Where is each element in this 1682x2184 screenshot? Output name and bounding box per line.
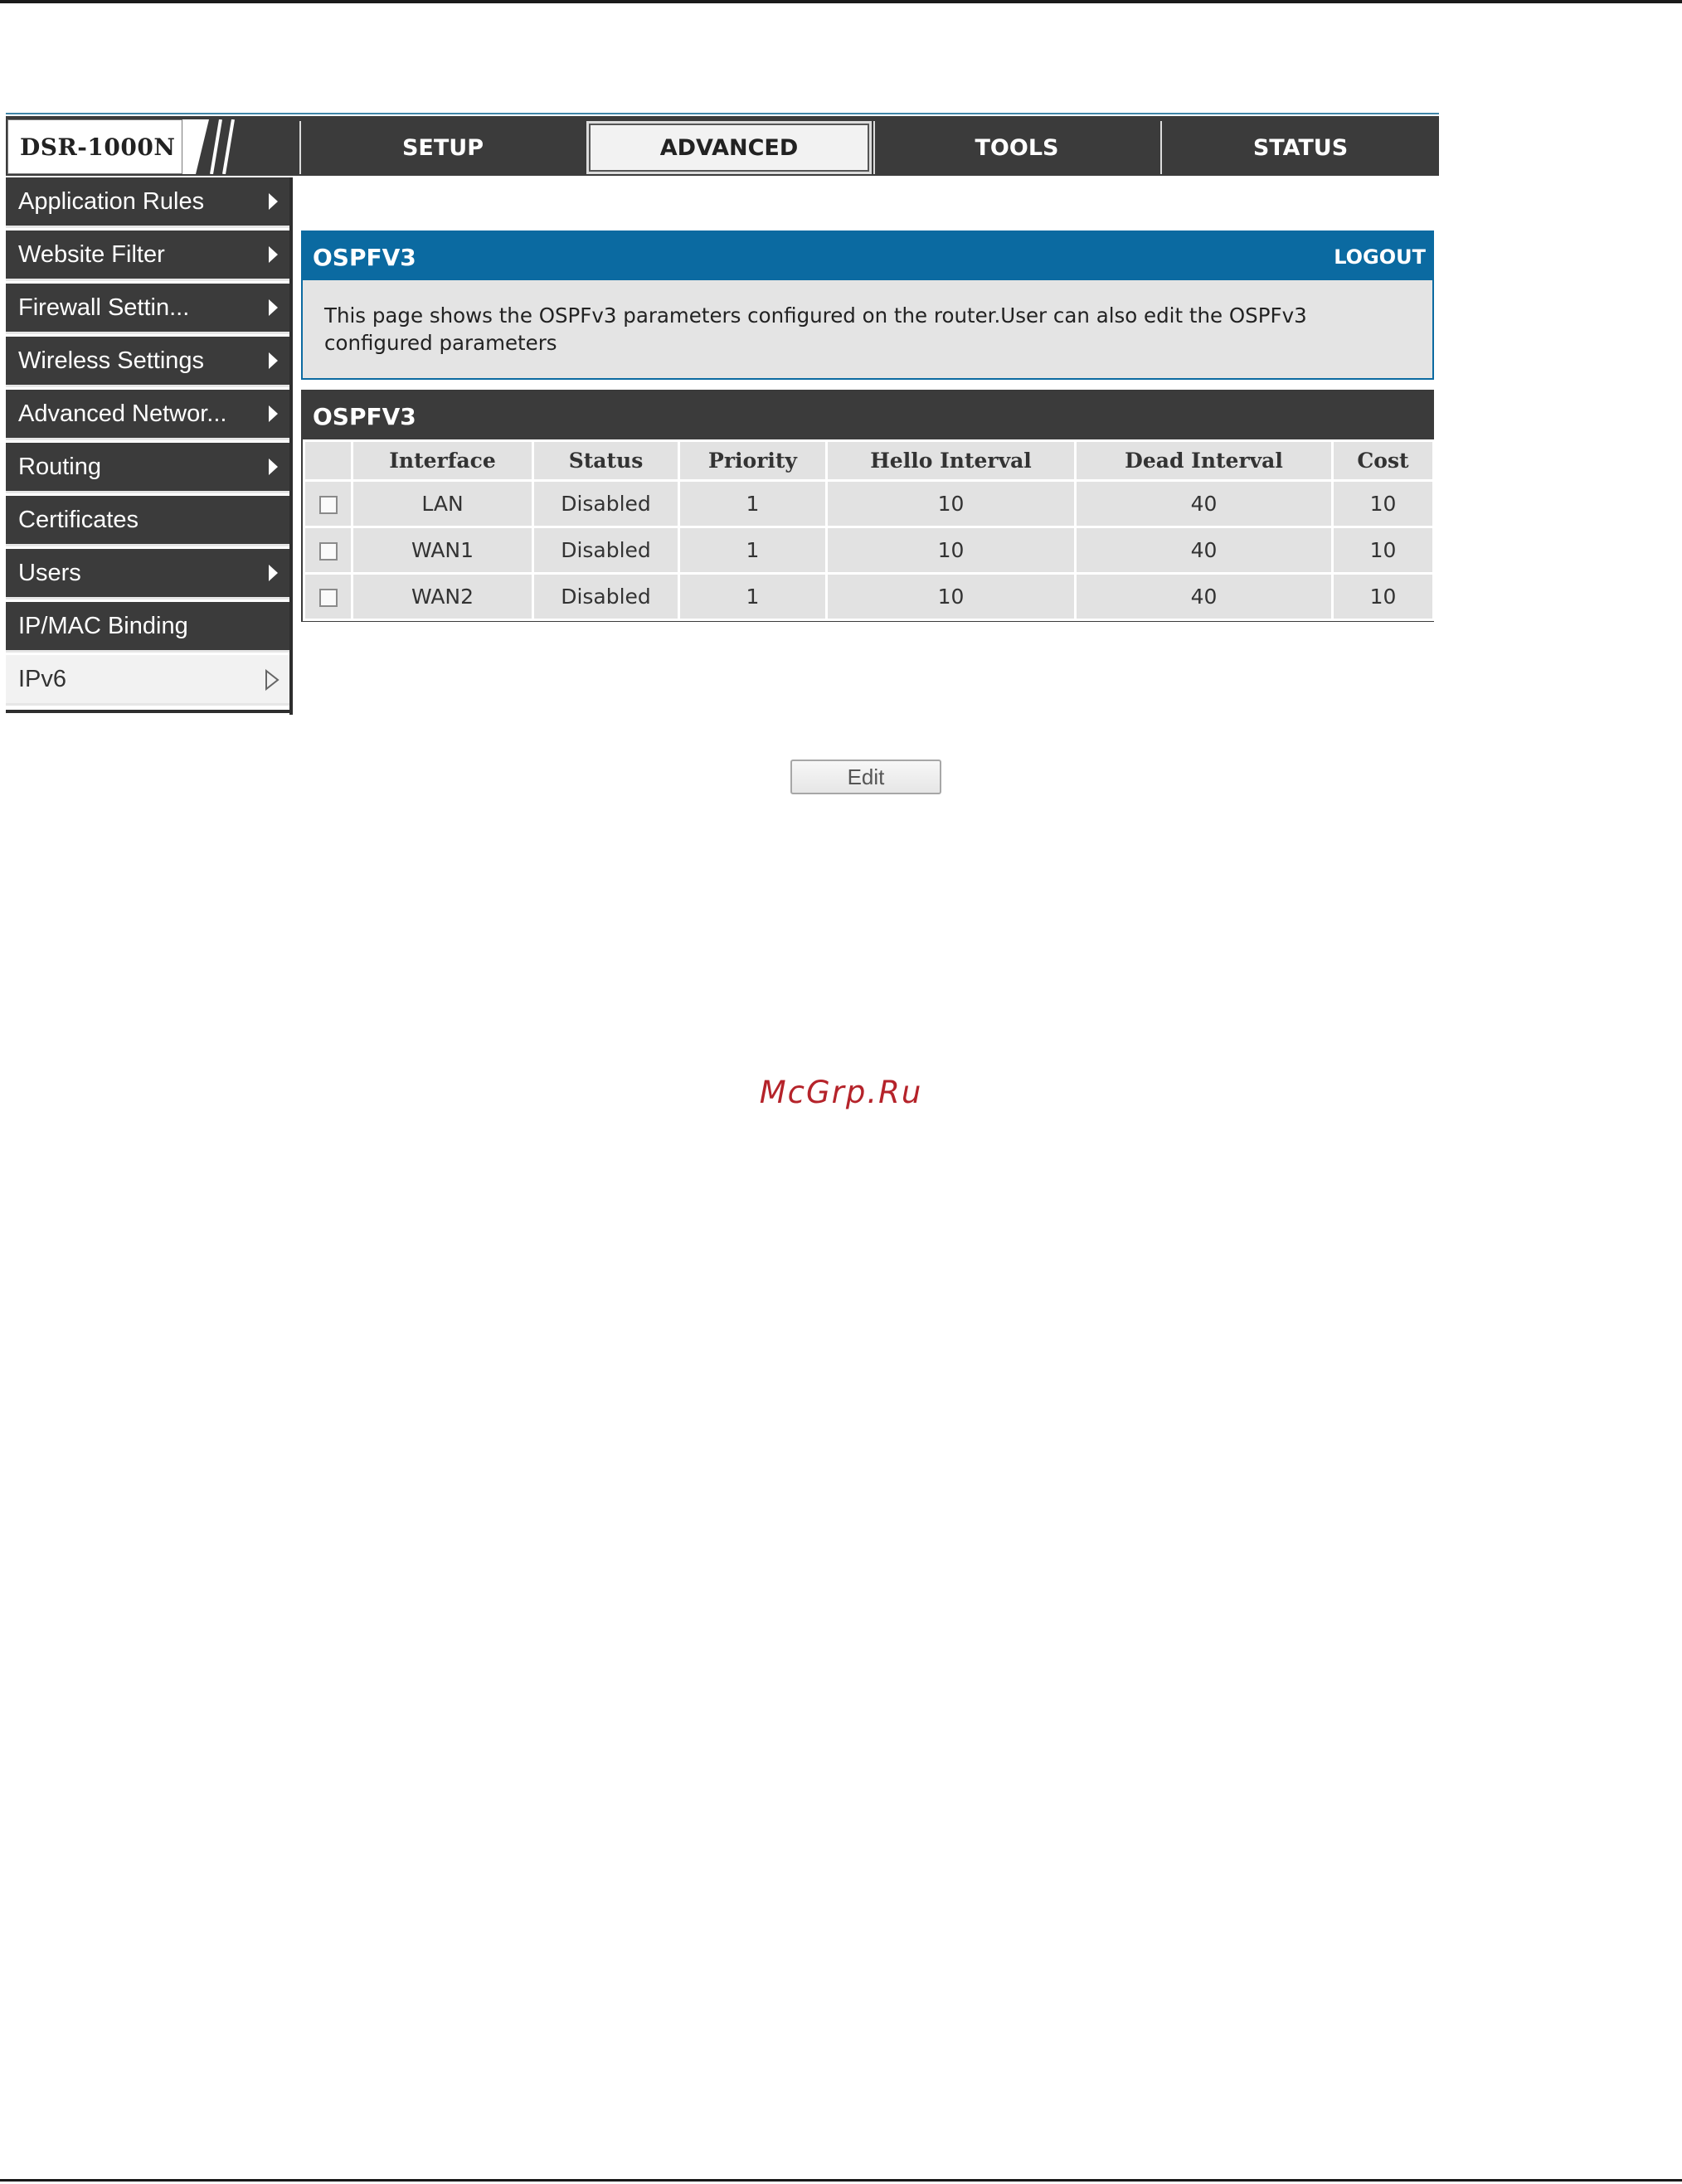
table-row: LAN Disabled 1 10 40 10 xyxy=(303,479,1435,528)
sidebar-item-website-filter[interactable]: Website Filter xyxy=(6,231,289,281)
page-description: This page shows the OSPFv3 parameters co… xyxy=(324,303,1307,355)
brand-name: DSR-1000N xyxy=(20,133,176,161)
arrow-right-outline-icon xyxy=(265,669,280,691)
row-select-cell xyxy=(303,572,353,621)
arrow-right-icon xyxy=(269,459,278,475)
sidebar-item-label: Certificates xyxy=(18,507,139,533)
sidebar-item-routing[interactable]: Routing xyxy=(6,443,289,493)
status-cell: Disabled xyxy=(532,572,680,621)
sidebar-item-label: Wireless Settings xyxy=(18,347,205,374)
sidebar-item-label: IPv6 xyxy=(18,666,67,692)
priority-cell: 1 xyxy=(678,479,828,528)
logout-link[interactable]: LOGOUT xyxy=(1334,245,1426,269)
header-top-line xyxy=(6,113,1439,114)
sidebar-item-users[interactable]: Users xyxy=(6,549,289,599)
arrow-right-icon xyxy=(269,299,278,316)
router-admin-app: DSR-1000N SETUP ADVANCED TOOLS STATUS Ap… xyxy=(6,113,1439,794)
hello-interval-cell: 10 xyxy=(825,526,1077,575)
table-header-row: Interface Status Priority Hello Interval… xyxy=(303,439,1435,482)
status-cell: Disabled xyxy=(532,526,680,575)
brand-box: DSR-1000N xyxy=(7,119,182,174)
column-header-priority: Priority xyxy=(678,439,828,482)
sidebar-item-ipv6[interactable]: IPv6 xyxy=(6,655,289,706)
sidebar-item-wireless-settings[interactable]: Wireless Settings xyxy=(6,337,289,387)
hello-interval-cell: 10 xyxy=(825,479,1077,528)
sidebar: Application Rules Website Filter Firewal… xyxy=(6,177,289,713)
column-header-interface: Interface xyxy=(351,439,534,482)
arrow-right-icon xyxy=(269,193,278,210)
brand-slashes-icon xyxy=(182,119,235,174)
column-header-cost: Cost xyxy=(1331,439,1435,482)
table-panel-header: OSPFV3 xyxy=(303,391,1432,439)
page-top-rule xyxy=(0,0,1682,3)
sidebar-divider xyxy=(289,177,293,715)
column-header-status: Status xyxy=(532,439,680,482)
sidebar-item-label: Routing xyxy=(18,454,101,480)
arrow-right-icon xyxy=(269,405,278,422)
sidebar-item-label: IP/MAC Binding xyxy=(18,613,188,639)
status-cell: Disabled xyxy=(532,479,680,528)
sidebar-item-label: Firewall Settin... xyxy=(18,294,190,321)
header-bar: DSR-1000N SETUP ADVANCED TOOLS STATUS xyxy=(6,116,1439,176)
row-checkbox[interactable] xyxy=(318,589,338,607)
table-row: WAN2 Disabled 1 10 40 10 xyxy=(303,572,1435,621)
interface-cell: WAN1 xyxy=(351,526,534,575)
interface-cell: LAN xyxy=(351,479,534,528)
sidebar-item-label: Advanced Networ... xyxy=(18,400,227,427)
page-bottom-rule xyxy=(0,2179,1682,2182)
cost-cell: 10 xyxy=(1331,526,1435,575)
ospfv3-table-panel: OSPFV3 Interface Status Priority Hello I… xyxy=(301,390,1435,622)
table-panel-title: OSPFV3 xyxy=(313,403,416,430)
column-header-hello-interval: Hello Interval xyxy=(825,439,1077,482)
edit-button[interactable]: Edit xyxy=(790,760,941,794)
sidebar-item-application-rules[interactable]: Application Rules xyxy=(6,177,289,228)
info-panel-header: OSPFV3 LOGOUT xyxy=(303,232,1432,280)
tab-setup[interactable]: SETUP xyxy=(299,121,585,174)
dead-interval-cell: 40 xyxy=(1074,479,1334,528)
sidebar-bottom-border xyxy=(6,710,293,713)
sidebar-item-label: Users xyxy=(18,560,81,586)
column-header-dead-interval: Dead Interval xyxy=(1074,439,1334,482)
arrow-right-icon xyxy=(269,246,278,263)
row-select-cell xyxy=(303,479,353,528)
row-select-cell xyxy=(303,526,353,575)
row-checkbox[interactable] xyxy=(318,496,338,514)
info-panel: OSPFV3 LOGOUT This page shows the OSPFv3… xyxy=(301,231,1434,380)
cost-cell: 10 xyxy=(1331,572,1435,621)
sidebar-item-label: Application Rules xyxy=(18,188,205,215)
arrow-right-icon xyxy=(269,352,278,369)
ospfv3-table: Interface Status Priority Hello Interval… xyxy=(303,439,1435,621)
row-checkbox[interactable] xyxy=(318,542,338,561)
sidebar-item-advanced-network[interactable]: Advanced Networ... xyxy=(6,390,289,440)
sidebar-item-firewall-settings[interactable]: Firewall Settin... xyxy=(6,284,289,334)
dead-interval-cell: 40 xyxy=(1074,526,1334,575)
tab-status[interactable]: STATUS xyxy=(1160,121,1439,174)
tab-advanced[interactable]: ADVANCED xyxy=(586,121,872,174)
cost-cell: 10 xyxy=(1331,479,1435,528)
page-title: OSPFV3 xyxy=(313,244,416,271)
hello-interval-cell: 10 xyxy=(825,572,1077,621)
watermark-text: McGrp.Ru xyxy=(759,1075,923,1110)
interface-cell: WAN2 xyxy=(351,572,534,621)
select-column-header xyxy=(303,439,353,482)
tab-tools[interactable]: TOOLS xyxy=(873,121,1159,174)
priority-cell: 1 xyxy=(678,526,828,575)
priority-cell: 1 xyxy=(678,572,828,621)
table-row: WAN1 Disabled 1 10 40 10 xyxy=(303,526,1435,575)
dead-interval-cell: 40 xyxy=(1074,572,1334,621)
arrow-right-icon xyxy=(269,565,278,581)
sidebar-item-label: Website Filter xyxy=(18,241,165,268)
sidebar-item-certificates[interactable]: Certificates xyxy=(6,496,289,546)
sidebar-item-ip-mac-binding[interactable]: IP/MAC Binding xyxy=(6,602,289,653)
